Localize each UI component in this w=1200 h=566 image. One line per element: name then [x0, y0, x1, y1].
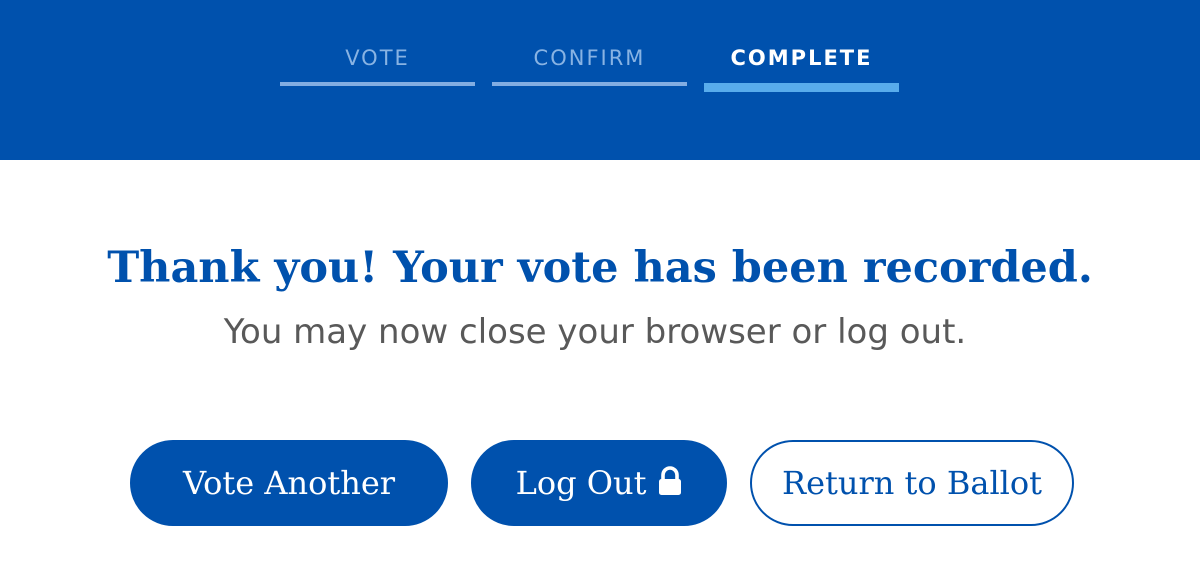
step-complete: COMPLETE — [704, 0, 899, 92]
progress-header: VOTE CONFIRM COMPLETE — [0, 0, 1200, 160]
return-to-ballot-button[interactable]: Return to Ballot — [750, 440, 1074, 526]
vote-another-button[interactable]: Vote Another — [130, 440, 448, 526]
step-vote: VOTE — [280, 0, 475, 92]
step-complete-label: COMPLETE — [730, 46, 873, 70]
step-confirm: CONFIRM — [492, 0, 687, 92]
step-vote-bar — [280, 82, 475, 86]
step-confirm-label: CONFIRM — [533, 46, 646, 70]
lock-icon — [658, 466, 682, 496]
return-to-ballot-label: Return to Ballot — [781, 464, 1043, 502]
step-complete-bar — [704, 83, 899, 92]
log-out-button[interactable]: Log Out — [471, 440, 727, 526]
log-out-label: Log Out — [515, 464, 647, 502]
confirmation-headline: Thank you! Your vote has been recorded. — [107, 243, 1093, 293]
confirmation-subline: You may now close your browser or log ou… — [223, 312, 967, 352]
step-vote-label: VOTE — [345, 46, 410, 70]
step-confirm-bar — [492, 82, 687, 86]
vote-another-label: Vote Another — [182, 464, 396, 502]
